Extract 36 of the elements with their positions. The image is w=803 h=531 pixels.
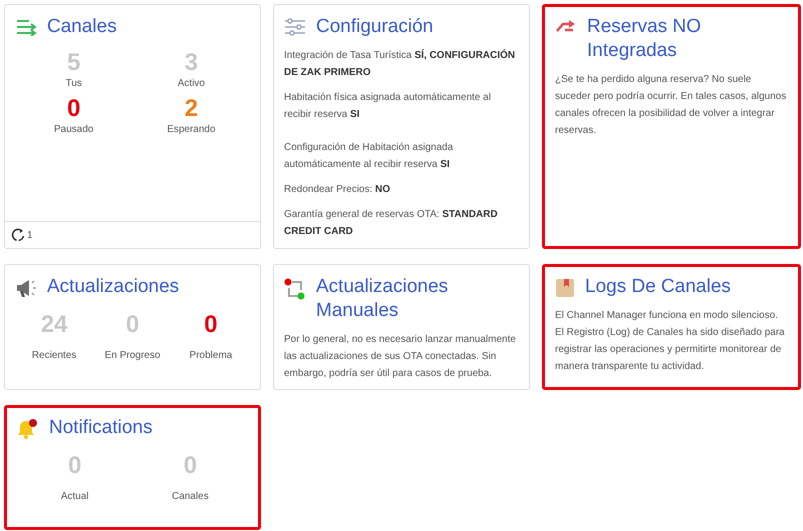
card-title[interactable]: Notifications (49, 416, 152, 440)
stat-label: Actual (60, 490, 89, 504)
bell-alert-icon (17, 419, 39, 439)
card-title[interactable]: Reservas NO Integradas (587, 15, 788, 63)
card-title[interactable]: Configuración (316, 15, 434, 39)
sliders-icon (284, 18, 306, 36)
redo-arrow-icon (555, 18, 577, 34)
stat-label: Recientes (32, 349, 76, 363)
setting-text: Configuración de Habitación asignada automáticamente al recibir reserva SI (284, 141, 454, 172)
stat-value: 0 (67, 95, 80, 123)
card-description: ¿Se te ha perdido alguna reserva? No suele suceder pero podría ocurrir. En tales casos, algunos canales ofrecen la posibilidad de volver a integrar reservas. (555, 73, 788, 138)
stat-label: Problema (189, 349, 232, 363)
card-description: El Channel Manager funciona en modo silencioso. El Registro (Log) de Canales ha sido diseñado para registrar las operaciones y permitirte monitorear de manera transparente tu actividad. (555, 309, 786, 374)
setting-text: Habitación física asignada automáticamente al recibir reserva SI (284, 91, 492, 122)
stat-label: Canales (172, 490, 209, 504)
card-title[interactable]: Actualizaciones Manuales (316, 275, 519, 323)
card-title[interactable]: Logs De Canales (585, 275, 731, 299)
megaphone-icon (15, 278, 37, 298)
refresh-icon[interactable] (11, 228, 25, 242)
refresh-count: 1 (27, 230, 33, 240)
bookmark-book-icon (555, 278, 575, 298)
setting-text: Integración de Tasa Turística SÍ, CONFIGURACIÓN DE ZAK PRIMERO (284, 48, 516, 80)
stat-label: Pausado (54, 123, 94, 137)
arrows-icon (15, 18, 37, 36)
stat-label: Tus (66, 77, 82, 91)
stat-value: 0 (204, 311, 218, 339)
stat-value: 2 (184, 95, 198, 123)
setting-text: Redondear Precios: NO (284, 183, 392, 197)
card-description: Por lo general, no es necesario lanzar manualmente las actualizaciones de sus OTA conectadas. Sin embargo, podría ser útil para casos de prueba. (284, 333, 517, 381)
sync-status-icon (284, 278, 306, 300)
setting-text: Garantía general de reservas OTA: STANDARD CREDIT CARD (284, 208, 499, 239)
stat-label: Activo (178, 77, 205, 91)
card-title[interactable]: Actualizaciones (47, 275, 180, 299)
stat-label: En Progreso (104, 349, 160, 363)
card-title[interactable]: Canales (47, 15, 117, 39)
stat-label: Esperando (167, 123, 216, 137)
